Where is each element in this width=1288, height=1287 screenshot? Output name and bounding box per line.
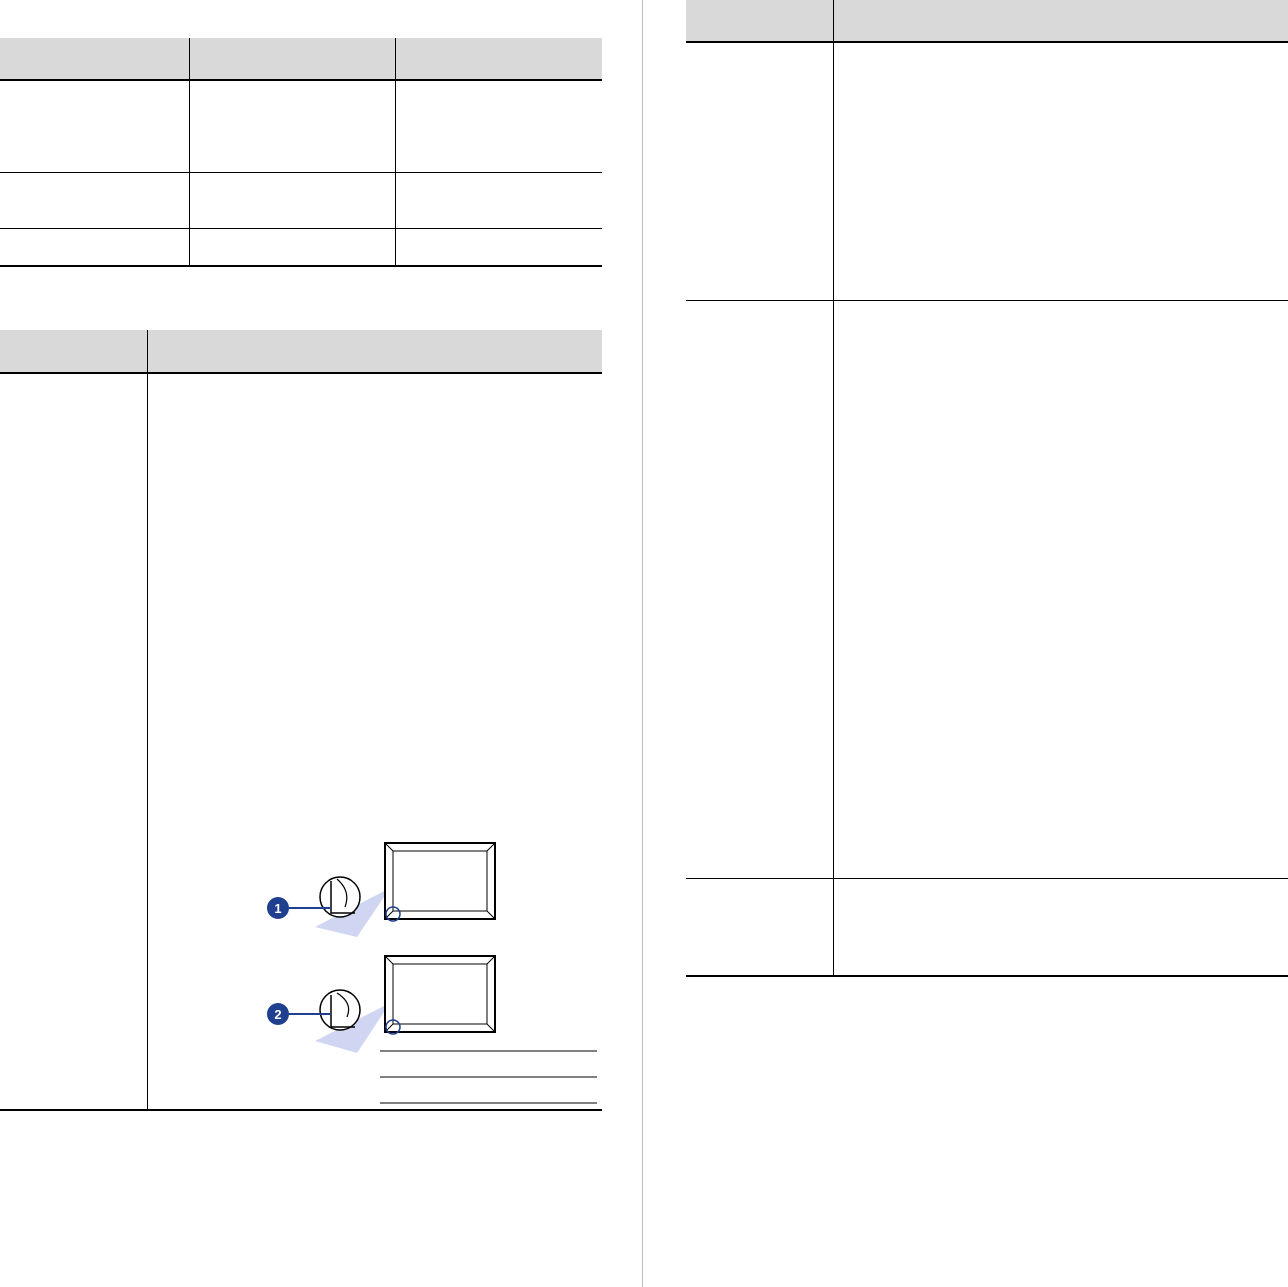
column-rule xyxy=(833,0,834,976)
table-row xyxy=(0,81,602,173)
table-row xyxy=(686,43,1288,300)
table-cell xyxy=(148,374,602,386)
column-divider xyxy=(642,0,643,1287)
header-cell xyxy=(686,0,833,42)
table-bottom-rule xyxy=(686,975,1288,977)
header-cell xyxy=(0,38,190,80)
table-row xyxy=(686,301,1288,878)
table-cell xyxy=(190,173,396,185)
table-row xyxy=(0,173,602,229)
header-cell xyxy=(0,330,148,372)
table-cell xyxy=(0,229,190,241)
table-header-row xyxy=(0,38,602,80)
callout-badge-2: 2 xyxy=(267,1003,289,1025)
envelope-side-seam-icon xyxy=(289,955,496,1053)
callout-badge-1: 1 xyxy=(267,897,289,919)
table-cell xyxy=(833,879,1288,891)
table-cell xyxy=(686,43,833,55)
table-cell xyxy=(0,374,148,386)
header-cell xyxy=(833,0,1288,42)
table-cell xyxy=(396,229,602,241)
table-header-row xyxy=(0,330,602,372)
column-rule xyxy=(147,330,148,1110)
table-cell xyxy=(396,81,602,93)
table-cell xyxy=(0,81,190,93)
header-cell xyxy=(190,38,396,80)
table-cell xyxy=(396,173,602,185)
table-cell xyxy=(190,229,396,241)
header-cell xyxy=(396,38,602,80)
table-row xyxy=(0,229,602,266)
table-cell xyxy=(833,43,1288,55)
envelope-diagonal-seam-icon xyxy=(289,842,496,937)
table-cell xyxy=(686,301,833,313)
table-header-row xyxy=(686,0,1288,42)
table-right xyxy=(686,0,1288,978)
table-cell xyxy=(0,173,190,185)
header-cell xyxy=(148,330,602,372)
table-top-left xyxy=(0,38,602,267)
table-cell xyxy=(190,81,396,93)
table-cell xyxy=(833,301,1288,313)
table-cell xyxy=(686,879,833,891)
table-row xyxy=(686,879,1288,975)
column-rule xyxy=(395,38,396,266)
table-bottom-rule xyxy=(0,265,602,267)
envelope-seam-figure xyxy=(289,842,597,1104)
column-rule xyxy=(189,38,190,266)
